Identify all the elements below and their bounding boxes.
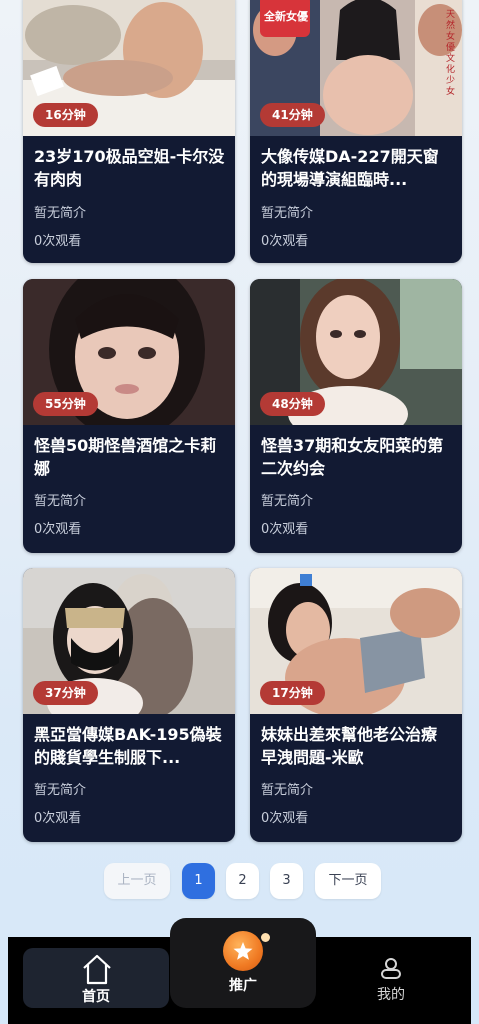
duration-badge: 41分钟 <box>260 103 325 127</box>
video-thumbnail[interactable]: 16分钟 <box>23 0 235 136</box>
video-thumbnail[interactable]: 17分钟 <box>250 568 462 714</box>
video-grid: 16分钟 23岁170极品空姐-卡尔没有肉肉 暂无简介 0次观看 全新女優 天然… <box>0 0 479 860</box>
video-intro: 暂无简介 <box>34 206 87 221</box>
view-count: 0次观看 <box>34 522 82 537</box>
video-card[interactable]: 55分钟 怪兽50期怪兽酒馆之卡莉娜 暂无简介 0次观看 <box>23 279 235 553</box>
tab-mine-label: 我的 <box>377 987 405 1003</box>
video-card[interactable]: 17分钟 妹妹出差來幫他老公治療早洩問題-米歐 暂无简介 0次观看 <box>250 568 462 842</box>
duration-badge: 16分钟 <box>33 103 98 127</box>
tab-promo-label: 推广 <box>229 978 257 994</box>
video-title[interactable]: 怪兽37期和女友阳菜的第二次约会 <box>261 434 452 480</box>
tab-home[interactable]: 首页 <box>23 948 169 1008</box>
page-1-button[interactable]: 1 <box>182 863 215 899</box>
video-intro: 暂无简介 <box>34 494 87 509</box>
duration-badge: 17分钟 <box>260 681 325 705</box>
duration-badge: 55分钟 <box>33 392 98 416</box>
video-thumbnail[interactable]: 55分钟 <box>23 279 235 425</box>
video-intro: 暂无简介 <box>261 494 314 509</box>
tab-mine[interactable]: 我的 <box>326 948 456 1008</box>
video-card[interactable]: 16分钟 23岁170极品空姐-卡尔没有肉肉 暂无简介 0次观看 <box>23 0 235 263</box>
duration-badge: 48分钟 <box>260 392 325 416</box>
video-card[interactable]: 37分钟 黑亞當傳媒BAK-195偽裝的賤貨學生制服下... 暂无简介 0次观看 <box>23 568 235 842</box>
view-count: 0次观看 <box>261 234 309 249</box>
user-icon <box>381 958 401 979</box>
video-card[interactable]: 全新女優 天然女優文化少女 41分钟 大像传媒DA-227開天窗的現場導演組臨時… <box>250 0 462 263</box>
video-intro: 暂无简介 <box>34 783 87 798</box>
video-title[interactable]: 黑亞當傳媒BAK-195偽裝的賤貨學生制服下... <box>34 723 225 769</box>
promo-icon <box>223 931 263 971</box>
video-title[interactable]: 妹妹出差來幫他老公治療早洩問題-米歐 <box>261 723 452 769</box>
notification-dot <box>261 933 270 942</box>
page-2-button[interactable]: 2 <box>226 863 259 899</box>
view-count: 0次观看 <box>34 234 82 249</box>
video-thumbnail[interactable]: 全新女優 天然女優文化少女 41分钟 <box>250 0 462 136</box>
tab-home-label: 首页 <box>82 989 110 1005</box>
video-thumbnail[interactable]: 48分钟 <box>250 279 462 425</box>
video-card[interactable]: 48分钟 怪兽37期和女友阳菜的第二次约会 暂无简介 0次观看 <box>250 279 462 553</box>
video-thumbnail[interactable]: 37分钟 <box>23 568 235 714</box>
video-intro: 暂无简介 <box>261 206 314 221</box>
thumbnail-badge-text: 全新女優 <box>264 10 308 23</box>
video-title[interactable]: 23岁170极品空姐-卡尔没有肉肉 <box>34 145 225 191</box>
bottom-tab-bar: 首页 推广 我的 <box>8 918 471 1024</box>
thumbnail-side-text: 天然女優文化少女 <box>446 10 456 97</box>
pagination: 上一页 1 2 3 下一页 <box>0 863 479 899</box>
tab-promo[interactable]: 推广 <box>170 918 316 1008</box>
view-count: 0次观看 <box>261 811 309 826</box>
video-title[interactable]: 怪兽50期怪兽酒馆之卡莉娜 <box>34 434 225 480</box>
duration-badge: 37分钟 <box>33 681 98 705</box>
next-page-button[interactable]: 下一页 <box>315 863 381 899</box>
video-intro: 暂无简介 <box>261 783 314 798</box>
view-count: 0次观看 <box>34 811 82 826</box>
page-3-button[interactable]: 3 <box>270 863 303 899</box>
prev-page-button[interactable]: 上一页 <box>104 863 170 899</box>
view-count: 0次观看 <box>261 522 309 537</box>
home-icon <box>83 954 111 985</box>
video-title[interactable]: 大像传媒DA-227開天窗的現場導演組臨時... <box>261 145 452 191</box>
